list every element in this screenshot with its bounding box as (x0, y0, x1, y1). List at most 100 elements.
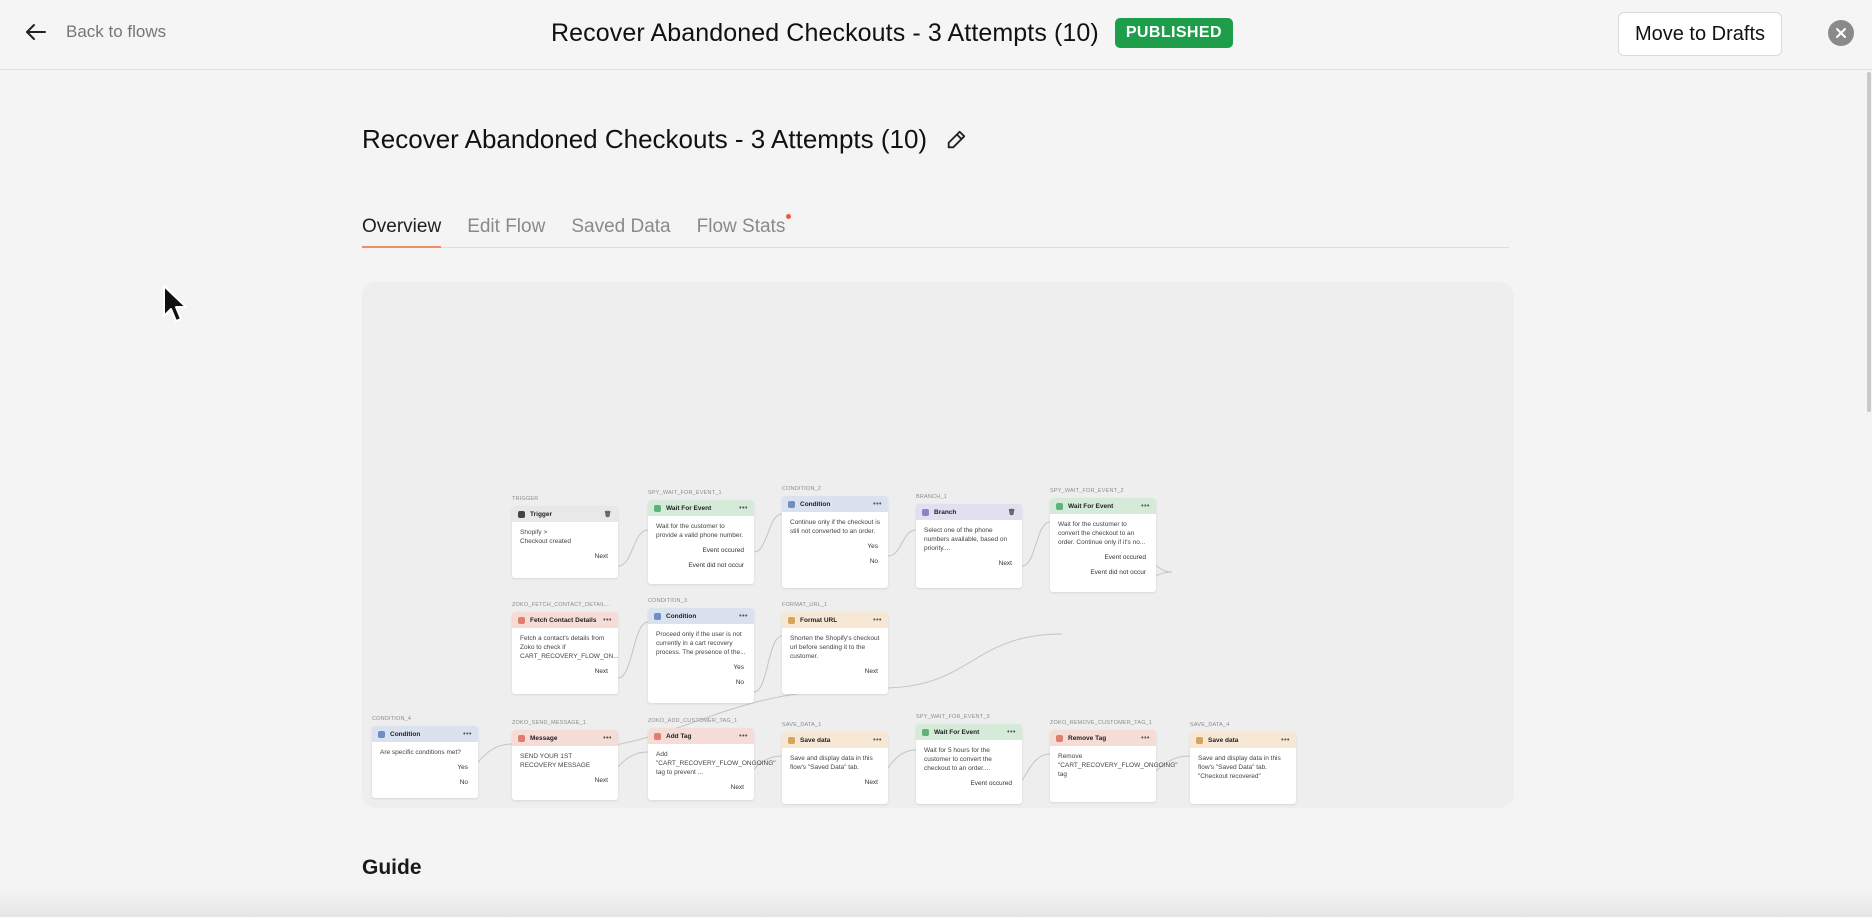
node-title: Fetch Contact Details (530, 617, 596, 624)
node-output[interactable]: Next (648, 781, 754, 796)
node-id-label: SPY_WAIT_FOR_EVENT_1 (648, 490, 722, 496)
node-title: Wait For Event (934, 729, 979, 736)
node-output[interactable]: Event occured (916, 777, 1022, 792)
flow-node[interactable]: ZOKO_FETCH_CONTACT_DETAIL...Fetch Contac… (512, 612, 618, 694)
flow-canvas[interactable]: TRIGGERTrigger🗑Shopify > Checkout create… (362, 282, 1514, 808)
close-icon (1835, 27, 1847, 39)
pencil-icon[interactable] (945, 129, 967, 151)
trash-icon[interactable]: 🗑 (604, 511, 612, 518)
more-options-icon[interactable]: ••• (873, 737, 882, 744)
node-output[interactable]: Next (916, 557, 1022, 572)
more-options-icon[interactable]: ••• (739, 505, 748, 512)
node-output[interactable]: Next (782, 665, 888, 680)
flow-node[interactable]: SPY_WAIT_FOR_EVENT_3Wait For Event•••Wai… (916, 724, 1022, 804)
tag-icon (1056, 735, 1063, 742)
node-output[interactable]: Yes (372, 761, 478, 776)
node-output[interactable]: Next (512, 774, 618, 789)
tab-saved-data[interactable]: Saved Data (571, 214, 670, 248)
notification-dot (786, 214, 791, 219)
node-id-label: CONDITION_4 (372, 716, 411, 722)
node-description: Save and display data in this flow's "Sa… (1190, 748, 1296, 785)
more-options-icon[interactable]: ••• (603, 735, 612, 742)
flow-node[interactable]: BRANCH_1Branch🗑Select one of the phone n… (916, 504, 1022, 588)
node-output[interactable]: Event did not occur (1050, 566, 1156, 581)
trash-icon[interactable]: 🗑 (1008, 509, 1016, 516)
flow-node[interactable]: SPY_WAIT_FOR_EVENT_1Wait For Event•••Wai… (648, 500, 754, 584)
flow-edge (1022, 522, 1050, 566)
node-output[interactable]: No (782, 555, 888, 570)
header-title: Recover Abandoned Checkouts - 3 Attempts… (551, 19, 1099, 48)
node-id-label: ZOKO_FETCH_CONTACT_DETAIL... (512, 602, 610, 608)
clock-icon (1056, 503, 1063, 510)
more-options-icon[interactable]: ••• (873, 617, 882, 624)
node-output[interactable]: Yes (782, 540, 888, 555)
move-to-drafts-button[interactable]: Move to Drafts (1618, 12, 1782, 56)
flow-node[interactable]: CONDITION_3Condition•••Proceed only if t… (648, 608, 754, 703)
close-button[interactable] (1828, 20, 1854, 46)
node-description: Wait for the customer to provide a valid… (648, 516, 754, 544)
more-options-icon[interactable]: ••• (739, 733, 748, 740)
status-badge: PUBLISHED (1115, 18, 1233, 48)
more-options-icon[interactable]: ••• (1141, 735, 1150, 742)
node-header: Fetch Contact Details ••• (512, 612, 618, 628)
node-id-label: SPY_WAIT_FOR_EVENT_2 (1050, 488, 1124, 494)
tab-edit-flow[interactable]: Edit Flow (467, 214, 545, 248)
save-icon (1196, 737, 1203, 744)
flow-node[interactable]: SAVE_DATA_4Save data•••Save and display … (1190, 732, 1296, 804)
node-id-label: SAVE_DATA_1 (782, 722, 822, 728)
more-options-icon[interactable]: ••• (463, 731, 472, 738)
flow-node[interactable]: TRIGGERTrigger🗑Shopify > Checkout create… (512, 506, 618, 578)
node-output[interactable]: Event occured (648, 544, 754, 559)
node-id-label: CONDITION_2 (782, 486, 821, 492)
node-title: Wait For Event (1068, 503, 1113, 510)
scrollbar[interactable] (1867, 72, 1871, 412)
more-options-icon[interactable]: ••• (1281, 737, 1290, 744)
flow-edge (754, 636, 782, 692)
node-id-label: CONDITION_3 (648, 598, 687, 604)
node-description: Are specific conditions met? (372, 742, 478, 761)
more-options-icon[interactable]: ••• (603, 617, 612, 624)
node-output[interactable]: Next (512, 665, 618, 680)
flow-node[interactable]: ZOKO_REMOVE_CUSTOMER_TAG_1Remove Tag•••R… (1050, 730, 1156, 802)
more-options-icon[interactable]: ••• (739, 613, 748, 620)
node-output[interactable]: No (648, 676, 754, 691)
node-title: Condition (666, 613, 696, 620)
more-options-icon[interactable]: ••• (873, 501, 882, 508)
node-description: Continue only if the checkout is still n… (782, 512, 888, 540)
back-to-flows-link[interactable]: Back to flows (24, 20, 166, 44)
flow-node[interactable]: FORMAT_URL_1Format URL•••Shorten the Sho… (782, 612, 888, 694)
node-title: Message (530, 735, 557, 742)
save-icon (788, 737, 795, 744)
node-title: Add Tag (666, 733, 692, 740)
tag-icon (654, 733, 661, 740)
flow-node[interactable]: SPY_WAIT_FOR_EVENT_2Wait For Event•••Wai… (1050, 498, 1156, 592)
flow-node[interactable]: SAVE_DATA_1Save data•••Save and display … (782, 732, 888, 804)
node-header: Wait For Event ••• (916, 724, 1022, 740)
flow-node[interactable]: CONDITION_2Condition•••Continue only if … (782, 496, 888, 588)
branch-icon (922, 509, 929, 516)
flow-node[interactable]: ZOKO_SEND_MESSAGE_1Message•••SEND YOUR 1… (512, 730, 618, 800)
more-options-icon[interactable]: ••• (1141, 503, 1150, 510)
back-label: Back to flows (66, 22, 166, 42)
node-title: Save data (1208, 737, 1238, 744)
node-output[interactable]: Yes (648, 661, 754, 676)
node-description: SEND YOUR 1ST RECOVERY MESSAGE (512, 746, 618, 774)
node-id-label: TRIGGER (512, 496, 538, 502)
flow-node[interactable]: ZOKO_ADD_CUSTOMER_TAG_1Add Tag•••Add "CA… (648, 728, 754, 800)
more-options-icon[interactable]: ••• (1007, 729, 1016, 736)
page-title-group: Recover Abandoned Checkouts - 3 Attempts… (362, 124, 967, 155)
clock-icon (922, 729, 929, 736)
tab-bar: Overview Edit Flow Saved Data Flow Stats (362, 214, 1509, 248)
node-output[interactable]: Event occured (1050, 551, 1156, 566)
link-icon (788, 617, 795, 624)
node-output[interactable]: Next (512, 550, 618, 565)
tab-overview[interactable]: Overview (362, 214, 441, 248)
node-header: Save data••• (782, 732, 888, 748)
node-output[interactable]: No (372, 776, 478, 791)
filter-icon (654, 613, 661, 620)
tab-flow-stats[interactable]: Flow Stats (697, 214, 786, 248)
node-output[interactable]: Next (782, 776, 888, 791)
bottom-edge (0, 890, 1872, 917)
flow-node[interactable]: CONDITION_4Condition•••Are specific cond… (372, 726, 478, 798)
node-output[interactable]: Event did not occur (648, 559, 754, 574)
